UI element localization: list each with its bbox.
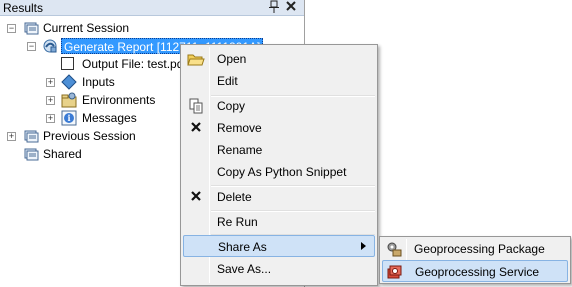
menu-item-label: Geoprocessing Service	[415, 265, 540, 279]
menu-item-label: Copy	[217, 99, 246, 113]
submenu-item-geoprocessing-package[interactable]: Geoprocessing Package	[382, 238, 568, 260]
session-icon	[23, 128, 39, 144]
geoprocessing-service-icon	[387, 264, 403, 280]
environments-icon	[61, 92, 77, 108]
menu-item-remove[interactable]: Remove	[183, 117, 375, 139]
menu-item-copy[interactable]: Copy	[183, 95, 375, 117]
menu-item-label: Delete	[217, 190, 252, 204]
tree-label: Current Session	[43, 21, 130, 35]
menu-item-open[interactable]: Open	[183, 48, 375, 70]
open-folder-icon	[187, 51, 205, 67]
remove-x-icon	[187, 120, 205, 136]
pane-title: Results	[3, 1, 44, 15]
submenu-arrow-icon	[361, 242, 366, 250]
tree-label: Messages	[82, 111, 137, 125]
expand-icon[interactable]: +	[46, 78, 55, 87]
menu-item-save-as[interactable]: Save As...	[183, 258, 375, 280]
menu-item-delete[interactable]: Delete	[183, 186, 375, 208]
menu-item-label: Rename	[217, 143, 263, 157]
pin-icon[interactable]	[269, 0, 279, 17]
inputs-icon	[61, 74, 77, 90]
copy-icon	[187, 98, 205, 114]
messages-info-icon: i	[61, 110, 77, 126]
session-icon	[23, 20, 39, 36]
menu-item-label: Remove	[217, 121, 262, 135]
close-icon[interactable]	[285, 0, 297, 16]
collapse-icon[interactable]: −	[7, 24, 16, 33]
submenu-item-geoprocessing-service[interactable]: Geoprocessing Service	[382, 260, 568, 282]
tool-result-icon	[42, 38, 58, 54]
geoprocessing-package-icon	[386, 241, 402, 257]
tree-label: Output File: test.pdf	[82, 57, 187, 71]
expand-icon[interactable]: +	[46, 114, 55, 123]
results-title-bar: Results	[0, 0, 304, 16]
tree-label: Inputs	[82, 75, 115, 89]
menu-item-label: Copy As Python Snippet	[217, 165, 347, 179]
expand-icon[interactable]: +	[7, 132, 16, 141]
menu-item-share-as[interactable]: Share As	[183, 235, 375, 257]
menu-item-re-run[interactable]: Re Run	[183, 211, 375, 233]
svg-text:i: i	[67, 113, 70, 123]
menu-item-label: Re Run	[217, 215, 258, 229]
menu-item-label: Open	[217, 52, 247, 66]
tree-node-current-session[interactable]: − Current Session	[0, 19, 300, 37]
collapse-icon[interactable]: −	[27, 42, 36, 51]
share-as-submenu: Geoprocessing Package Geoprocessing Serv…	[379, 236, 571, 284]
context-menu: Open Edit Copy Remove Rename Copy As Pyt…	[180, 44, 378, 286]
expand-icon[interactable]: +	[46, 96, 55, 105]
menu-item-label: Edit	[217, 74, 238, 88]
tree-label: Environments	[82, 93, 156, 107]
menu-item-edit[interactable]: Edit	[183, 70, 375, 92]
tree-label: Shared	[43, 147, 82, 161]
menu-item-label: Geoprocessing Package	[414, 242, 545, 256]
menu-item-label: Share As	[218, 240, 267, 254]
menu-item-label: Save As...	[217, 262, 272, 276]
output-file-checkbox-icon	[61, 57, 74, 70]
session-icon	[23, 146, 39, 162]
menu-item-copy-as-python-snippet[interactable]: Copy As Python Snippet	[183, 161, 375, 183]
menu-item-rename[interactable]: Rename	[183, 139, 375, 161]
delete-x-icon	[187, 189, 205, 205]
tree-label: Previous Session	[43, 129, 136, 143]
